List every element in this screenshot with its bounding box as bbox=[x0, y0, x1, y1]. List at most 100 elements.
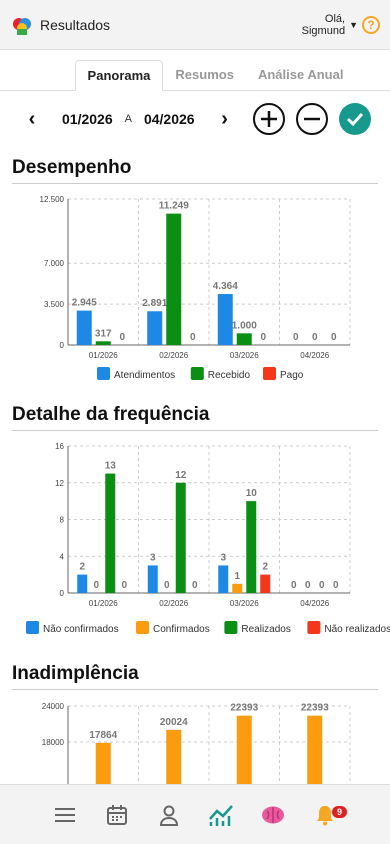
y-tick-label: 7.000 bbox=[44, 259, 65, 268]
legend-swatch bbox=[307, 621, 321, 634]
legend-swatch bbox=[224, 621, 238, 634]
data-label: 0 bbox=[260, 332, 266, 343]
brain-glyph-icon bbox=[262, 806, 284, 823]
y-tick-label: 0 bbox=[60, 341, 65, 350]
tab-bar: Panorama Resumos Análise Anual bbox=[0, 60, 390, 91]
inadimplencia-chart: 18000 24000 17864 20024 22393 22393 bbox=[42, 702, 351, 784]
bar-1-0 bbox=[166, 729, 182, 784]
greeting-line1: Olá, bbox=[324, 12, 346, 25]
desempenho-chart: 03.5007.00012.5002.945317 001/20262.89111… bbox=[40, 195, 351, 381]
x-tick-label: 04/2026 bbox=[300, 351, 329, 360]
bar-0-2 bbox=[105, 473, 116, 593]
data-label: 0 bbox=[164, 580, 170, 591]
data-label: 0 bbox=[319, 580, 325, 591]
remove-button[interactable] bbox=[295, 103, 328, 135]
data-label: 2.945 bbox=[72, 298, 97, 309]
data-label: 0 bbox=[312, 332, 318, 343]
top-bar: Resultados Olá, Sigmund ▼ ? bbox=[0, 0, 390, 50]
user-greeting[interactable]: Olá, Sigmund bbox=[302, 13, 345, 37]
data-label: 22393 bbox=[301, 703, 329, 714]
y-tick-label: 0 bbox=[60, 589, 65, 598]
checkmark-icon bbox=[346, 112, 363, 127]
legend-swatch bbox=[263, 367, 276, 380]
data-label: 13 bbox=[105, 461, 117, 472]
trend-chart-icon bbox=[209, 804, 233, 826]
data-label: 0 bbox=[293, 332, 299, 343]
bar-3-0 bbox=[307, 715, 323, 784]
help-icon[interactable]: ? bbox=[362, 15, 380, 34]
app-title: Resultados bbox=[40, 16, 111, 33]
calendar-glyph-icon bbox=[107, 804, 127, 825]
y-tick-label: 16 bbox=[55, 442, 64, 451]
tab-panorama[interactable]: Panorama bbox=[74, 60, 164, 91]
data-label: 22393 bbox=[230, 703, 258, 714]
data-label: 1 bbox=[234, 571, 240, 582]
bar-2-1 bbox=[232, 583, 243, 593]
data-label: 0 bbox=[305, 580, 311, 591]
data-label: 0 bbox=[190, 332, 196, 343]
bottom-navigation: 9 bbox=[0, 784, 390, 844]
bar-2-3 bbox=[260, 574, 271, 593]
data-label: 0 bbox=[333, 580, 339, 591]
notifications-icon[interactable]: 9 bbox=[312, 802, 348, 828]
y-tick-label: 8 bbox=[60, 516, 65, 525]
next-period-icon[interactable]: › bbox=[215, 108, 235, 131]
x-tick-label: 03/2026 bbox=[230, 351, 259, 360]
user-icon[interactable] bbox=[156, 802, 182, 828]
confirm-button[interactable] bbox=[338, 103, 371, 135]
data-label: 12 bbox=[175, 470, 187, 481]
period-end[interactable]: 04/2026 bbox=[144, 111, 195, 127]
x-tick-label: 01/2026 bbox=[89, 351, 118, 360]
y-tick-label: 4 bbox=[60, 552, 65, 561]
hamburger-icon bbox=[55, 807, 75, 822]
section-title-frequencia: Detalhe da frequência bbox=[12, 404, 378, 431]
data-label: 2 bbox=[79, 562, 85, 573]
data-label: 0 bbox=[93, 580, 99, 591]
y-tick-label: 18000 bbox=[42, 738, 65, 747]
legend-label: Não realizados bbox=[324, 624, 390, 635]
tab-analise-anual[interactable]: Análise Anual bbox=[246, 60, 355, 90]
data-label: 0 bbox=[331, 332, 337, 343]
y-tick-label: 3.500 bbox=[44, 300, 65, 309]
legend-label: Pago bbox=[280, 370, 304, 381]
x-tick-label: 02/2026 bbox=[159, 599, 188, 608]
tab-resumos[interactable]: Resumos bbox=[163, 60, 246, 90]
data-label: 3 bbox=[150, 552, 156, 563]
legend-label: Realizados bbox=[241, 624, 290, 635]
legend-swatch bbox=[26, 621, 39, 634]
brain-logo-icon bbox=[13, 17, 31, 35]
add-button[interactable] bbox=[252, 103, 285, 135]
caret-down-icon[interactable]: ▼ bbox=[349, 20, 358, 30]
data-label: 0 bbox=[121, 580, 127, 591]
bar-2-1 bbox=[236, 333, 252, 345]
results-chart-icon[interactable] bbox=[208, 802, 234, 828]
data-label: 4.364 bbox=[213, 281, 238, 292]
y-tick-label: 12.500 bbox=[40, 195, 65, 204]
y-tick-label: 24000 bbox=[42, 702, 65, 711]
previous-period-icon[interactable]: ‹ bbox=[22, 108, 42, 131]
bar-2-0 bbox=[218, 565, 229, 593]
bar-1-2 bbox=[175, 482, 186, 593]
greeting-user-name: Sigmund bbox=[301, 24, 346, 37]
x-tick-label: 01/2026 bbox=[89, 599, 118, 608]
main-content[interactable]: Panorama Resumos Análise Anual ‹ 01/2026… bbox=[0, 50, 390, 784]
calendar-icon[interactable] bbox=[104, 802, 130, 828]
bar-2-2 bbox=[246, 501, 257, 593]
minus-icon bbox=[303, 117, 320, 121]
plus-icon bbox=[260, 111, 277, 127]
x-tick-label: 03/2026 bbox=[230, 599, 259, 608]
brain-icon[interactable] bbox=[260, 802, 286, 828]
legend-swatch bbox=[97, 367, 110, 380]
bar-2-0 bbox=[236, 715, 252, 784]
menu-icon[interactable] bbox=[52, 802, 78, 828]
y-tick-label: 12 bbox=[55, 479, 64, 488]
bar-1-0 bbox=[147, 565, 158, 593]
legend-swatch bbox=[190, 367, 204, 380]
period-start[interactable]: 01/2026 bbox=[62, 111, 113, 127]
period-separator: A bbox=[124, 113, 132, 125]
bar-0-1 bbox=[95, 341, 111, 345]
data-label: 2.891 bbox=[142, 298, 167, 309]
section-title-desempenho: Desempenho bbox=[12, 157, 378, 184]
x-tick-label: 04/2026 bbox=[300, 599, 329, 608]
frequencia-chart: 04812162013001/20263012002/20263110203/2… bbox=[26, 442, 390, 635]
